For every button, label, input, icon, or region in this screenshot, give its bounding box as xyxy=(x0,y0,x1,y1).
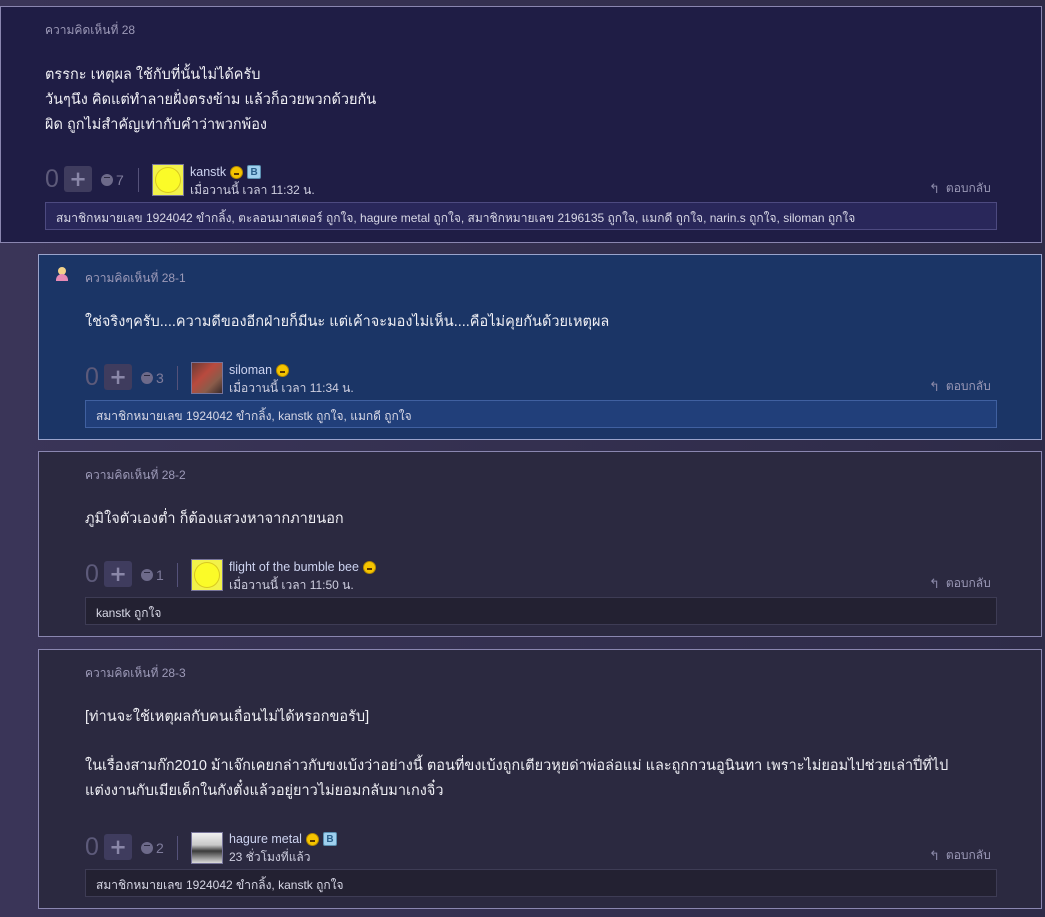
comment-line: ใช่จริงๆครับ....ความดีของอีกฝ่ายก็มีนะ แ… xyxy=(85,314,610,330)
reply-button[interactable]: ↰ ตอบกลับ xyxy=(929,574,991,593)
comment-line: วันๆนึง คิดแต่ทำลายฝั่งตรงข้าม แล้วก็อวย… xyxy=(45,92,377,108)
reply-arrow-icon: ↰ xyxy=(929,847,940,863)
comment-line: ตรรกะ เหตุผล ใช้กับที่นั้นไม่ได้ครับ xyxy=(45,67,261,83)
smiley-avatar-icon xyxy=(156,168,180,192)
comment-28-2: ความคิดเห็นที่ 28-2 ภูมิใจตัวเองต่ำ ก็ต้… xyxy=(38,451,1042,637)
username-link[interactable]: hagure metal xyxy=(229,832,302,846)
comment-body: [ท่านจะใช้เหตุผลกับคนเถื่อนไม่ได้หรอกขอร… xyxy=(85,705,1015,804)
username-link[interactable]: siloman xyxy=(229,363,272,377)
b-badge-icon: B xyxy=(247,165,262,179)
comment-body: ใช่จริงๆครับ....ความดีของอีกฝ่ายก็มีนะ แ… xyxy=(85,310,609,335)
comment-number: ความคิดเห็นที่ 28-3 xyxy=(85,666,186,680)
smile-badge-icon xyxy=(230,165,244,179)
comment-body: ตรรกะ เหตุผล ใช้กับที่นั้นไม่ได้ครับ วัน… xyxy=(45,63,376,138)
user-info: siloman xyxy=(229,363,290,377)
comment-body: ภูมิใจตัวเองต่ำ ก็ต้องแสวงหาจากภายนอก xyxy=(85,507,344,532)
comment-time: 23 ชั่วโมงที่แล้ว xyxy=(229,850,311,864)
plus-vote-button[interactable]: + xyxy=(104,364,132,390)
comment-28-1: ความคิดเห็นที่ 28-1 ใช่จริงๆครับ....ความ… xyxy=(38,254,1042,440)
comment-line: ผิด ถูกไม่สำคัญเท่ากับคำว่าพวกพ้อง xyxy=(45,117,267,133)
smile-badge-icon xyxy=(362,560,376,574)
comment-number: ความคิดเห็นที่ 28 xyxy=(45,23,136,37)
vote-count: 0 xyxy=(85,560,99,588)
reply-button[interactable]: ↰ ตอบกลับ xyxy=(929,179,991,198)
comment-number: ความคิดเห็นที่ 28-2 xyxy=(85,468,186,482)
reply-label: ตอบกลับ xyxy=(945,181,991,195)
comment-28-3: ความคิดเห็นที่ 28-3 [ท่านจะใช้เหตุผลกับค… xyxy=(38,649,1042,909)
avatar[interactable] xyxy=(191,832,223,864)
likes-list: สมาชิกหมายเลข 1924042 ขำกลิ้ง, kanstk ถู… xyxy=(85,400,997,428)
emotion-face-icon xyxy=(141,842,153,854)
avatar[interactable] xyxy=(152,164,184,196)
b-badge-icon: B xyxy=(322,832,337,846)
user-info: kanstk B xyxy=(190,165,262,179)
emotion-count: 1 xyxy=(156,567,164,583)
vote-count: 0 xyxy=(85,363,99,391)
vote-count: 0 xyxy=(45,165,59,193)
comment-line: [ท่านจะใช้เหตุผลกับคนเถื่อนไม่ได้หรอกขอร… xyxy=(85,709,370,725)
divider xyxy=(177,563,178,587)
username-link[interactable]: flight of the bumble bee xyxy=(229,560,359,574)
emotion-counter[interactable]: 3 xyxy=(141,370,164,386)
comment-28: ความคิดเห็นที่ 28 ตรรกะ เหตุผล ใช้กับที่… xyxy=(0,6,1042,243)
emotion-face-icon xyxy=(101,174,113,186)
likes-list: kanstk ถูกใจ xyxy=(85,597,997,625)
divider xyxy=(177,836,178,860)
reply-arrow-icon: ↰ xyxy=(929,180,940,196)
comment-number: ความคิดเห็นที่ 28-1 xyxy=(85,271,186,285)
comment-line: ภูมิใจตัวเองต่ำ ก็ต้องแสวงหาจากภายนอก xyxy=(85,511,344,527)
comment-time: เมื่อวานนี้ เวลา 11:34 น. xyxy=(229,381,354,395)
reply-label: ตอบกลับ xyxy=(945,379,991,393)
plus-vote-button[interactable]: + xyxy=(104,561,132,587)
user-info: flight of the bumble bee xyxy=(229,560,376,574)
emotion-face-icon xyxy=(141,372,153,384)
comment-line: ในเรื่องสามก๊ก2010 ม้าเจ๊กเคยกล่าวกับขงเ… xyxy=(85,758,949,774)
emotion-face-icon xyxy=(141,569,153,581)
user-status-icon xyxy=(55,267,69,281)
reply-label: ตอบกลับ xyxy=(945,848,991,862)
plus-vote-button[interactable]: + xyxy=(104,834,132,860)
emotion-counter[interactable]: 7 xyxy=(101,172,124,188)
vote-count: 0 xyxy=(85,833,99,861)
emotion-counter[interactable]: 2 xyxy=(141,840,164,856)
user-info: hagure metal B xyxy=(229,832,337,846)
smile-badge-icon xyxy=(305,832,319,846)
reply-arrow-icon: ↰ xyxy=(929,575,940,591)
comment-time: เมื่อวานนี้ เวลา 11:32 น. xyxy=(190,183,315,197)
comment-time: เมื่อวานนี้ เวลา 11:50 น. xyxy=(229,578,354,592)
likes-list: สมาชิกหมายเลข 1924042 ขำกลิ้ง, ตะลอนมาสเ… xyxy=(45,202,997,230)
emotion-counter[interactable]: 1 xyxy=(141,567,164,583)
reply-button[interactable]: ↰ ตอบกลับ xyxy=(929,846,991,865)
likes-list: สมาชิกหมายเลข 1924042 ขำกลิ้ง, kanstk ถู… xyxy=(85,869,997,897)
divider xyxy=(138,168,139,192)
username-link[interactable]: kanstk xyxy=(190,165,226,179)
reply-button[interactable]: ↰ ตอบกลับ xyxy=(929,377,991,396)
reply-label: ตอบกลับ xyxy=(945,576,991,590)
reply-arrow-icon: ↰ xyxy=(929,378,940,394)
smiley-avatar-icon xyxy=(195,563,219,587)
emotion-count: 2 xyxy=(156,840,164,856)
divider xyxy=(177,366,178,390)
emotion-count: 7 xyxy=(116,172,124,188)
comment-line: แต่งงานกับเมียเด็กในกังตั๋งแล้วอยู่ยาวไม… xyxy=(85,783,444,799)
plus-vote-button[interactable]: + xyxy=(64,166,92,192)
avatar[interactable] xyxy=(191,559,223,591)
smile-badge-icon xyxy=(276,363,290,377)
emotion-count: 3 xyxy=(156,370,164,386)
avatar[interactable] xyxy=(191,362,223,394)
